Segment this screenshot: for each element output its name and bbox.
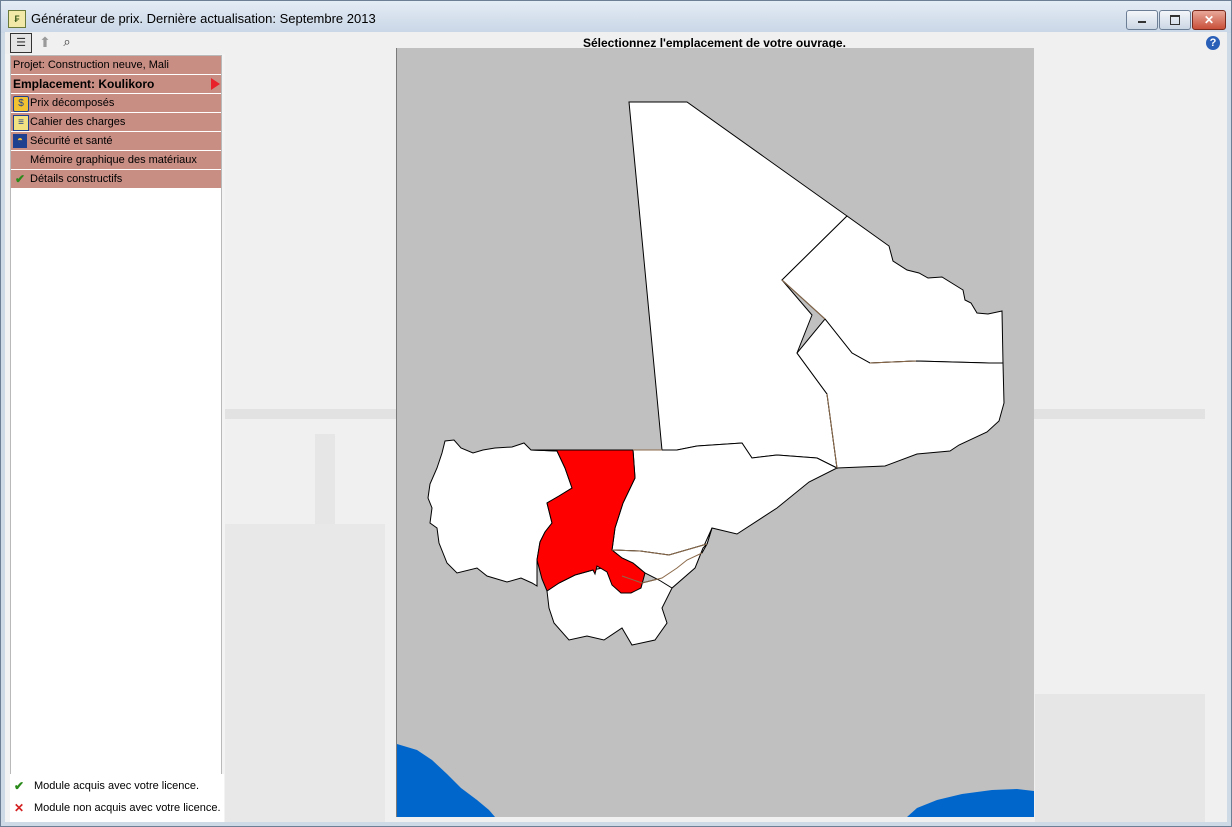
help-icon[interactable]: ? <box>1206 36 1220 50</box>
binoculars-icon[interactable]: ⌕ <box>57 33 77 51</box>
region-map[interactable] <box>396 48 1034 817</box>
sidebar-item-safety[interactable]: ◓ Sécurité et santé <box>11 132 221 150</box>
up-arrow-icon[interactable]: ⬆ <box>35 33 55 51</box>
sidebar-item-project[interactable]: Projet: Construction neuve, Mali <box>11 56 221 74</box>
sidebar-item-label: Projet: Construction neuve, Mali <box>13 59 169 71</box>
price-breakdown-icon: $ <box>13 96 29 112</box>
report-icon[interactable]: ☰ <box>10 33 32 53</box>
sidebar-item-label: Prix décomposés <box>30 97 115 109</box>
sidebar-item-specifications[interactable]: ≡ Cahier des charges <box>11 113 221 131</box>
minimize-button[interactable] <box>1126 10 1158 30</box>
title-bar[interactable]: ₣ Générateur de prix. Dernière actualisa… <box>1 1 1231 33</box>
safety-helmet-icon: ◓ <box>13 134 27 148</box>
check-icon: ✔ <box>14 779 25 793</box>
specifications-icon: ≡ <box>13 115 29 131</box>
mali-map[interactable] <box>397 48 1034 817</box>
sidebar-item-construction-details[interactable]: ✔ Détails constructifs <box>11 170 221 188</box>
sidebar-item-price-breakdown[interactable]: $ Prix décomposés <box>11 94 221 112</box>
cross-icon: ✕ <box>14 801 25 815</box>
arrow-right-icon <box>211 78 220 90</box>
client-area: ☰ ⬆ ⌕ Sélectionnez l'emplacement de votr… <box>5 32 1227 822</box>
sidebar-item-location[interactable]: Emplacement: Koulikoro <box>11 75 221 93</box>
sidebar: Projet: Construction neuve, Mali Emplace… <box>10 55 222 775</box>
check-icon: ✔ <box>14 172 26 186</box>
license-legend: ✔ Module acquis avec votre licence. ✕ Mo… <box>10 774 224 822</box>
app-window: ₣ Générateur de prix. Dernière actualisa… <box>0 0 1232 827</box>
sidebar-item-label: Sécurité et santé <box>30 135 113 147</box>
sidebar-item-materials-memory[interactable]: Mémoire graphique des matériaux <box>11 151 221 169</box>
maximize-button[interactable] <box>1159 10 1191 30</box>
sidebar-item-label: Emplacement: Koulikoro <box>13 77 155 91</box>
window-title: Générateur de prix. Dernière actualisati… <box>31 11 376 26</box>
sidebar-item-label: Mémoire graphique des matériaux <box>30 154 197 166</box>
sidebar-item-label: Détails constructifs <box>30 173 123 185</box>
close-button[interactable] <box>1192 10 1226 30</box>
price-generator-icon: ₣ <box>8 10 26 28</box>
sidebar-item-label: Cahier des charges <box>30 116 126 128</box>
